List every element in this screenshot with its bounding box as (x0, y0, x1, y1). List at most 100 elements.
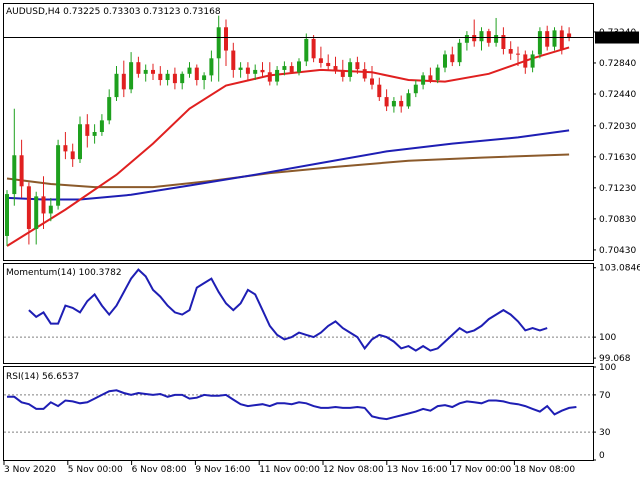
candle-body (516, 53, 520, 55)
candle-body (530, 54, 535, 68)
current-price-label: 0.73168 (598, 34, 635, 44)
candle-body (413, 84, 418, 94)
candle-body (545, 31, 550, 47)
candle-body (19, 155, 24, 187)
momentum-plot (4, 268, 593, 352)
candle-body (151, 69, 155, 74)
candle-body (224, 27, 228, 51)
rsi-panel-frame (3, 366, 594, 461)
rsi-tick-label: 0 (599, 451, 605, 461)
candle-body (194, 67, 199, 81)
price-chart-title: AUDUSD,H4 0.73225 0.73303 0.73123 0.7316… (6, 7, 221, 17)
time-tick-label: 9 Nov 16:00 (195, 465, 250, 475)
momentum-tick-label: 100 (599, 333, 616, 343)
candle-body (282, 66, 287, 70)
candle-body (187, 67, 192, 74)
candle-body (202, 75, 207, 81)
candle-body (107, 97, 112, 121)
time-tick-label: 3 Nov 2020 (4, 465, 56, 475)
price-tick-label: 0.72030 (599, 122, 636, 132)
candle-body (172, 73, 177, 84)
candle-body (472, 35, 477, 42)
candle-body (209, 58, 214, 76)
candle-body (121, 73, 126, 90)
candle-body (340, 69, 345, 77)
price-tick-label: 0.70830 (599, 215, 636, 225)
candle-body (70, 151, 75, 160)
rsi-title: RSI(14) 56.6537 (6, 372, 79, 382)
candle-body (559, 30, 564, 49)
candle-body (326, 62, 331, 67)
candle-body (406, 93, 411, 107)
time-tick-label: 11 Nov 00:00 (259, 465, 320, 475)
price-tick-label: 0.71630 (599, 153, 636, 163)
candle-body (99, 120, 104, 132)
candle-body (377, 84, 382, 98)
candle-body (348, 62, 353, 77)
price-tick-label: 0.72440 (599, 90, 636, 100)
candle-body (297, 61, 301, 73)
candle-body (567, 33, 572, 38)
candle-body (260, 69, 265, 73)
candle-body (216, 27, 221, 59)
price-axis: 0.732400.728400.724400.720300.716300.712… (593, 28, 639, 256)
candle-body (253, 69, 258, 74)
sma-mid-line (6, 129, 570, 201)
time-axis: 3 Nov 2020 5 Nov 00:00 6 Nov 08:00 9 Nov 16… (3, 461, 575, 475)
time-tick-label: 13 Nov 16:00 (387, 465, 448, 475)
candle-body (399, 100, 404, 107)
candle-body (41, 196, 46, 214)
rsi-axis: 100 70 30 0 (593, 363, 616, 461)
candle-body (12, 155, 17, 195)
price-tick-label: 0.72840 (599, 59, 636, 69)
candle-body (289, 66, 294, 73)
candle-body (158, 73, 163, 81)
candle-body (450, 54, 455, 63)
candle-body (34, 196, 39, 229)
time-tick-label: 5 Nov 00:00 (68, 465, 123, 475)
price-plot (4, 15, 593, 247)
time-tick-label: 12 Nov 08:00 (323, 465, 384, 475)
candle-body (370, 78, 374, 85)
momentum-title: Momentum(14) 100.3782 (6, 268, 122, 278)
candle-body (275, 69, 280, 82)
candle-body (85, 124, 90, 136)
sma-slow-line (6, 153, 570, 189)
candle-body (114, 73, 119, 98)
rsi-tick-label: 30 (599, 428, 611, 438)
candle-body (165, 73, 170, 81)
rsi-tick-label: 70 (599, 391, 611, 401)
time-tick-label: 6 Nov 08:00 (132, 465, 187, 475)
candle-body (494, 35, 499, 43)
candle-body (48, 205, 53, 214)
candle-body (333, 66, 338, 70)
time-tick-label: 17 Nov 00:00 (451, 465, 512, 475)
candle-body (486, 31, 491, 43)
candle-body (391, 100, 396, 107)
momentum-panel-frame (3, 263, 594, 364)
candle-body (267, 72, 272, 82)
candle-body (443, 54, 447, 68)
candle-body (304, 38, 309, 62)
candle-body (231, 50, 236, 70)
candle-body (180, 73, 185, 84)
candle-body (384, 97, 389, 107)
candle-body (355, 62, 360, 70)
candle-body (552, 30, 557, 47)
candle-body (464, 35, 469, 43)
candle-body (92, 132, 97, 136)
candle-body (523, 54, 528, 68)
candle-body (479, 31, 484, 42)
momentum-axis: 103.084610099.068 (593, 264, 640, 364)
candle-body (318, 58, 323, 63)
candle-body (238, 67, 243, 70)
candle-body (362, 69, 367, 79)
candle-body (78, 124, 82, 160)
candle-body (508, 48, 513, 54)
candle-body (421, 75, 426, 85)
candle-body (435, 67, 440, 81)
rsi-tick-label: 100 (599, 363, 616, 373)
candle-body (143, 69, 148, 74)
candle-body (245, 67, 250, 74)
candle-body (63, 145, 68, 152)
